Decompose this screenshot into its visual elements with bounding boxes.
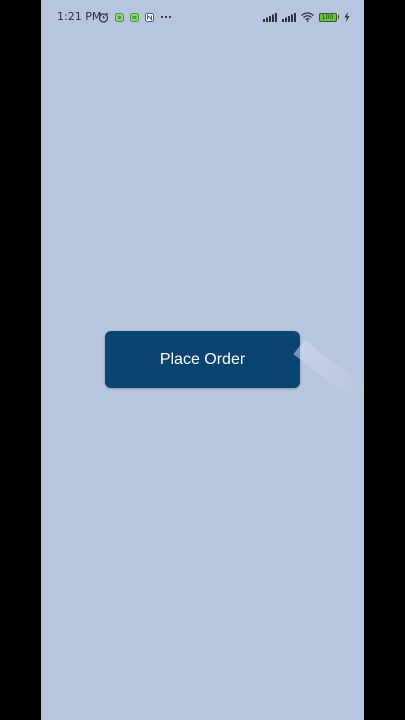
battery-tip <box>337 15 339 19</box>
device-frame: 1:21 PM 100 Place Order <box>0 0 405 720</box>
place-order-button[interactable]: Place Order <box>105 331 300 388</box>
status-time: 1:21 PM <box>57 10 102 23</box>
app-notification-icon <box>130 12 139 22</box>
app-notification-icon <box>145 12 154 22</box>
app-screen: 1:21 PM 100 Place Order <box>41 0 364 720</box>
status-notification-icons <box>98 10 172 24</box>
status-bar: 1:21 PM 100 <box>41 0 364 34</box>
screen-glare <box>293 339 364 404</box>
alarm-icon <box>98 12 109 23</box>
battery-icon: 100 <box>318 12 337 22</box>
more-dots-icon <box>160 15 172 19</box>
status-system-icons: 100 <box>262 10 351 24</box>
signal-icon <box>262 12 277 22</box>
signal-icon <box>281 12 296 22</box>
app-notification-icon <box>115 12 124 22</box>
charging-icon <box>344 12 350 22</box>
battery-level: 100 <box>321 13 334 21</box>
wifi-icon <box>300 12 314 22</box>
